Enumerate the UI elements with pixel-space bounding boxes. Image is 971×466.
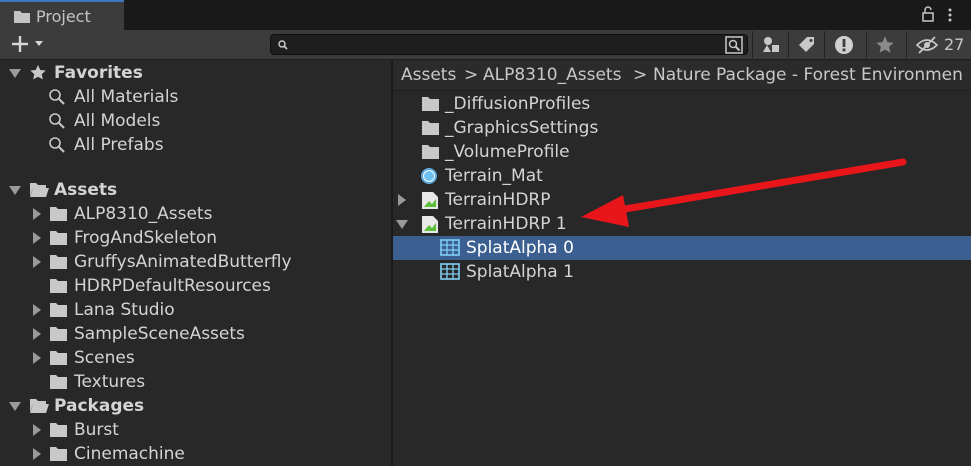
folder-icon — [50, 207, 67, 221]
hidden-package-count: 27 — [944, 35, 965, 54]
create-dropdown-button[interactable] — [10, 33, 50, 55]
folder-icon — [50, 423, 67, 437]
open-in-window-icon — [725, 36, 743, 54]
project-tab[interactable]: Project — [0, 0, 124, 30]
filter-by-type-icon — [763, 37, 779, 52]
expanded-arrow-icon[interactable] — [8, 178, 22, 202]
folder-icon — [14, 11, 30, 23]
collapsed-arrow-icon[interactable] — [30, 298, 44, 322]
error-icon — [835, 36, 853, 54]
plus-icon — [12, 36, 28, 52]
asset-folder-label: HDRPDefaultResources — [74, 276, 271, 296]
tree-section-packages[interactable]: Packages — [0, 394, 391, 418]
favorite-item-label: All Models — [74, 111, 161, 131]
favorite-star-icon — [876, 36, 894, 53]
tree-item[interactable]: FrogAndSkeleton — [0, 226, 391, 250]
folder-icon — [50, 279, 67, 293]
tree-item[interactable]: HDRPDefaultResources — [0, 274, 391, 298]
favorites-label: Favorites — [54, 63, 143, 83]
collapsed-arrow-icon[interactable] — [30, 346, 44, 370]
tree-item[interactable]: Textures — [0, 370, 391, 394]
tree-section-assets[interactable]: Assets — [0, 178, 391, 202]
folder-tree: Favorites All Materials All Models All P… — [0, 61, 391, 466]
tree-item[interactable]: SampleSceneAssets — [0, 322, 391, 346]
folder-icon — [50, 351, 67, 365]
star-icon — [30, 65, 46, 80]
filter-by-label-button[interactable] — [788, 31, 824, 58]
package-item-label: Burst — [74, 420, 119, 440]
tab-title: Project — [36, 7, 91, 26]
asset-folder-label: Scenes — [74, 348, 135, 368]
collapsed-arrow-icon[interactable] — [30, 202, 44, 226]
chevron-down-icon — [35, 41, 43, 46]
annotation-arrow-icon — [581, 158, 907, 227]
expanded-arrow-icon[interactable] — [8, 61, 22, 85]
show-errors-button[interactable] — [824, 31, 860, 58]
package-item-label: Cinemachine — [74, 444, 185, 464]
asset-folder-label: Lana Studio — [74, 300, 175, 320]
tree-item[interactable]: Cinemachine — [0, 442, 391, 466]
asset-folder-label: GruffysAnimatedButterfly — [74, 252, 292, 272]
lock-icon — [922, 12, 934, 22]
collapsed-arrow-icon[interactable] — [30, 322, 44, 346]
window-tab-bar: Project — [0, 0, 971, 30]
lock-and-menu-icons[interactable] — [917, 4, 963, 26]
asset-list-pane: Assets > ALP8310_Assets > Nature Package… — [393, 61, 971, 466]
menu-dots-icon — [948, 8, 952, 12]
search-icon — [49, 89, 65, 105]
tree-item[interactable]: ALP8310_Assets — [0, 202, 391, 226]
tree-item[interactable]: All Prefabs — [0, 133, 391, 157]
asset-folder-label: FrogAndSkeleton — [74, 228, 218, 248]
filter-by-label-icon — [799, 37, 814, 52]
open-folder-icon — [30, 183, 49, 197]
filter-by-type-button[interactable] — [752, 31, 788, 58]
tree-item[interactable]: All Models — [0, 109, 391, 133]
folder-icon — [50, 327, 67, 341]
tree-item[interactable]: GruffysAnimatedButterfly — [0, 250, 391, 274]
collapsed-arrow-icon[interactable] — [30, 226, 44, 250]
folder-icon — [50, 447, 67, 461]
tree-item[interactable]: Scenes — [0, 346, 391, 370]
folder-icon — [50, 375, 67, 389]
collapsed-arrow-icon[interactable] — [30, 418, 44, 442]
search-icon — [278, 40, 288, 50]
asset-folder-label: Textures — [74, 372, 146, 392]
expanded-arrow-icon[interactable] — [8, 394, 22, 418]
folder-icon — [50, 231, 67, 245]
favorite-item-label: All Materials — [74, 87, 179, 107]
open-folder-icon — [30, 399, 49, 413]
packages-label: Packages — [54, 396, 145, 416]
search-icon — [49, 113, 65, 129]
hidden-packages-icon — [915, 36, 939, 54]
tree-item[interactable]: All Materials — [0, 85, 391, 109]
tree-item[interactable]: Lana Studio — [0, 298, 391, 322]
collapsed-arrow-icon[interactable] — [30, 442, 44, 466]
hidden-packages-toggle[interactable]: 27 — [906, 31, 968, 58]
folder-icon — [50, 255, 67, 269]
tree-item[interactable]: Burst — [0, 418, 391, 442]
favorite-button[interactable] — [866, 31, 902, 58]
asset-folder-label: SampleSceneAssets — [74, 324, 245, 344]
search-field[interactable] — [270, 34, 748, 55]
search-input[interactable] — [293, 35, 713, 54]
favorite-item-label: All Prefabs — [74, 135, 164, 155]
collapsed-arrow-icon[interactable] — [30, 250, 44, 274]
search-icon — [49, 137, 65, 153]
assets-label: Assets — [54, 180, 118, 200]
tree-section-favorites[interactable]: Favorites — [0, 61, 391, 85]
open-in-window-button[interactable] — [716, 31, 752, 58]
folder-icon — [50, 303, 67, 317]
asset-folder-label: ALP8310_Assets — [74, 204, 213, 224]
